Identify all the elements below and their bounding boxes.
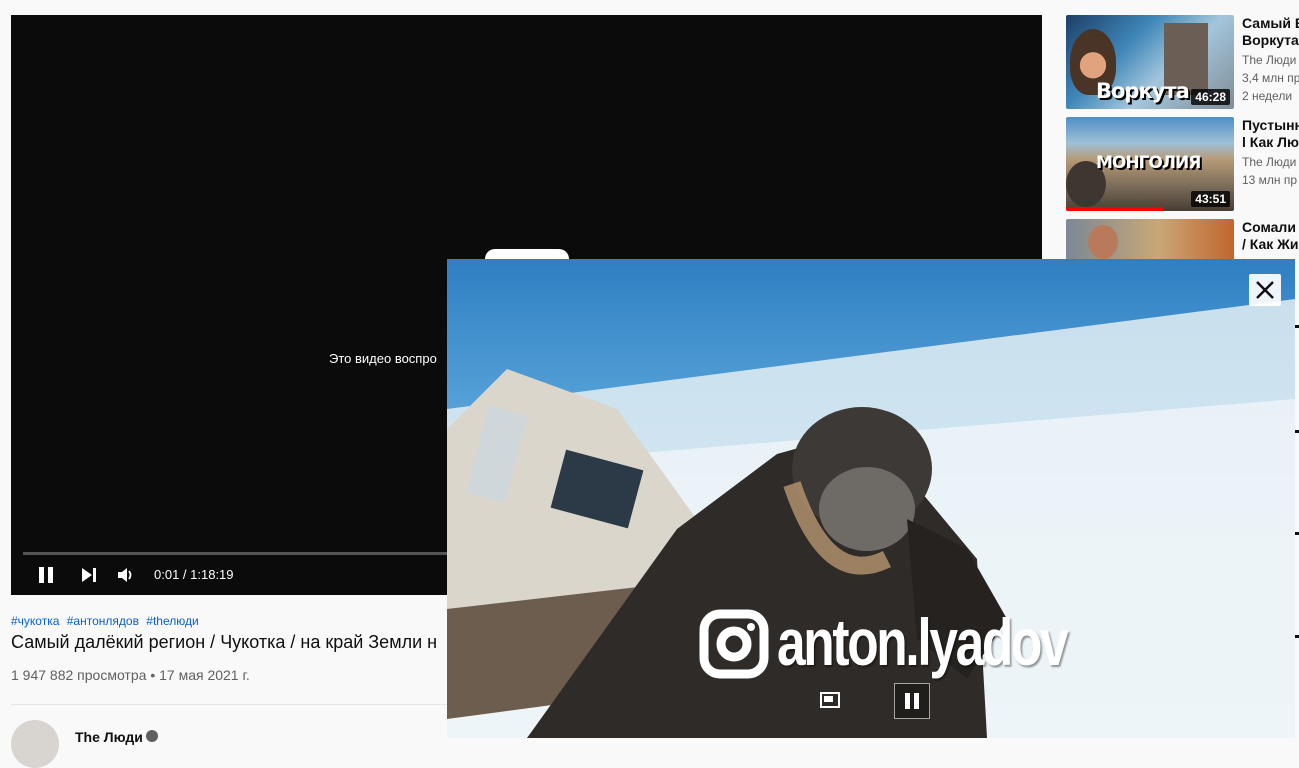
view-count: 3,4 млн пр [1242,71,1299,85]
meta-separator: • [150,667,156,683]
recommended-video[interactable]: Воркута 46:28 Самый В Воркута The Люди 3… [1066,15,1299,109]
hashtags: #чукотка #антонлядов #thелюди [11,614,203,628]
expand-icon [820,692,840,708]
close-icon [1256,281,1274,299]
time-display: 0:01 / 1:18:19 [154,567,234,582]
thumbnail-text: Воркута [1096,79,1190,103]
upload-age: 2 недели [1242,89,1293,103]
video-duration: 43:51 [1191,191,1230,207]
next-icon [82,568,96,582]
hashtag-link[interactable]: #антонлядов [67,614,139,628]
video-title: Пустынн l Как Лю [1242,117,1299,150]
thumb-person [1088,225,1118,259]
video-title: Самый В Воркута [1242,15,1299,48]
volume-button[interactable] [114,563,138,587]
hashtag-link[interactable]: #thелюди [146,614,198,628]
video-duration: 46:28 [1191,89,1230,105]
hashtag-link[interactable]: #чукотка [11,614,59,628]
expand-button[interactable] [817,688,843,712]
mini-player[interactable]: anton.lyadov [447,259,1295,738]
video-thumbnail[interactable]: Воркута 46:28 [1066,15,1234,109]
view-count: 13 млн пр [1242,173,1298,187]
video-thumbnail[interactable] [1066,219,1234,259]
player-message: Это видео воспро [329,351,437,366]
pause-icon [905,693,919,709]
video-title: Самый далёкий регион / Чукотка / на край… [11,632,438,652]
recommended-video[interactable]: Сомали / Как Жи [1066,219,1299,259]
thumbnail-text: МОНГОЛИЯ [1096,153,1201,173]
watched-progress [1066,207,1164,211]
recommended-video[interactable]: МОНГОЛИЯ 43:51 Пустынн l Как Лю The Люди… [1066,117,1299,211]
volume-icon [118,568,132,582]
view-count: 1 947 882 просмотра [11,667,147,683]
pause-icon [39,567,53,583]
verified-icon [146,730,158,742]
video-title: Сомали / Как Жи [1242,219,1299,252]
channel-name[interactable]: The Люди [1242,155,1299,169]
video-meta: 1 947 882 просмотра • 17 мая 2021 г. [11,667,250,683]
instagram-handle: anton.lyadov [777,605,1069,679]
next-button[interactable] [77,563,101,587]
channel-name[interactable]: The Люди [1242,53,1299,67]
channel-avatar[interactable] [11,720,59,768]
upload-date: 17 мая 2021 г. [159,667,250,683]
channel-name[interactable]: The Люди [75,729,143,745]
video-thumbnail[interactable]: МОНГОЛИЯ 43:51 [1066,117,1234,211]
instagram-icon [699,609,769,679]
mini-pause-button[interactable] [894,683,930,719]
close-button[interactable] [1249,274,1281,306]
pause-button[interactable] [34,563,58,587]
